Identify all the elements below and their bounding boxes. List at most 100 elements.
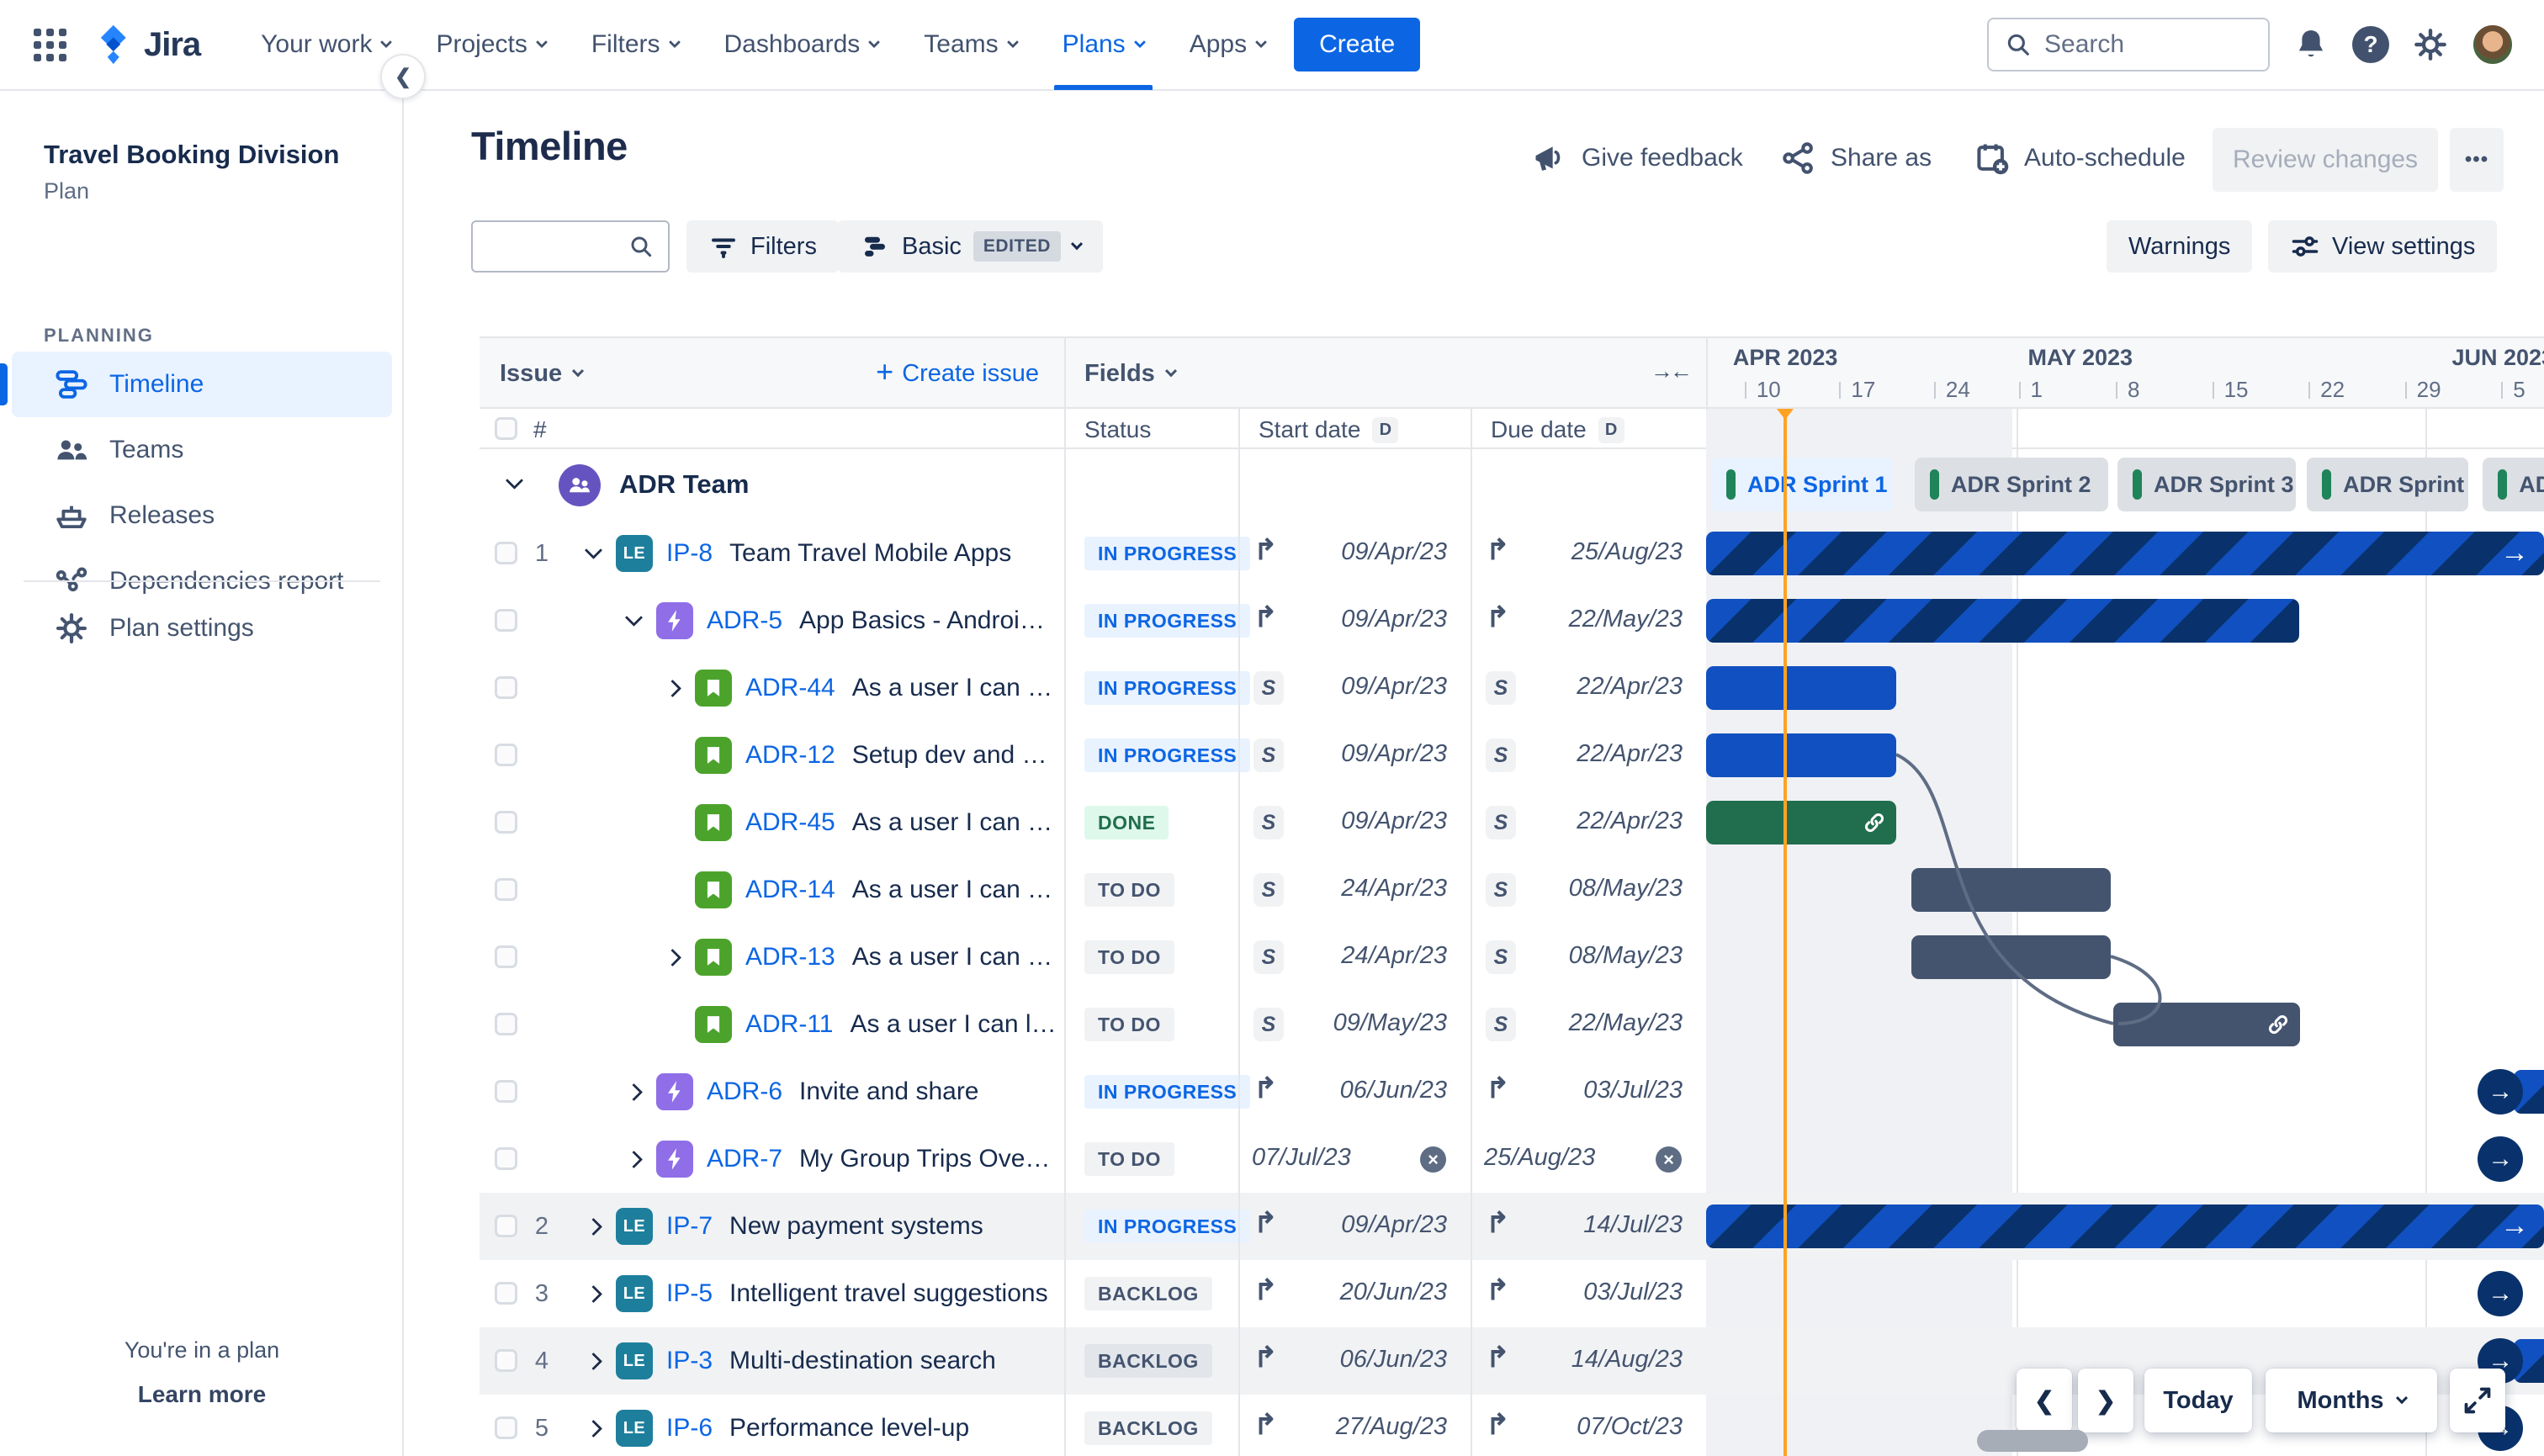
view-mode-button[interactable]: Basic EDITED <box>838 220 1103 273</box>
issue-key[interactable]: IP-8 <box>666 539 713 568</box>
create-issue-button[interactable]: + Create issue <box>876 338 1039 409</box>
timeline-search-input[interactable] <box>471 220 670 273</box>
chevron-down-icon[interactable] <box>619 608 648 627</box>
row-checkbox[interactable] <box>495 1080 517 1103</box>
chevron-right-icon[interactable] <box>579 1217 607 1236</box>
issue-column-menu[interactable]: Issue <box>500 338 585 409</box>
sprint-chip-adr-sprint-4[interactable]: ADR Sprint 4 <box>2307 458 2469 511</box>
issue-key[interactable]: ADR-14 <box>745 876 835 904</box>
give-feedback-button[interactable]: Give feedback <box>1531 135 1743 182</box>
row-checkbox[interactable] <box>495 1147 517 1170</box>
row-checkbox[interactable] <box>495 744 517 766</box>
chevron-right-icon[interactable] <box>579 1419 607 1437</box>
scroll-to-bar-button[interactable]: → <box>2478 1069 2524 1115</box>
warnings-button[interactable]: Warnings <box>2107 220 2253 273</box>
sprint-chip-adr-sprint-2[interactable]: ADR Sprint 2 <box>1915 458 2109 511</box>
nav-item-filters[interactable]: Filters <box>575 0 696 90</box>
issue-key[interactable]: IP-7 <box>666 1212 713 1241</box>
notifications-bell-icon[interactable] <box>2292 25 2330 64</box>
timeline-bar[interactable] <box>2113 1003 2301 1046</box>
timeline-next-button[interactable]: ❯ <box>2078 1369 2133 1432</box>
issue-key[interactable]: ADR-12 <box>745 741 835 770</box>
filters-button[interactable]: Filters <box>686 220 839 273</box>
time-range-select[interactable]: Months <box>2266 1369 2437 1432</box>
sprint-chip-adr-sprint-3[interactable]: ADR Sprint 3 <box>2117 458 2297 511</box>
issue-key[interactable]: ADR-45 <box>745 808 835 837</box>
global-search[interactable] <box>1987 18 2270 71</box>
share-as-button[interactable]: Share as <box>1780 135 1932 182</box>
issue-key[interactable]: IP-6 <box>666 1414 713 1443</box>
fields-menu[interactable]: Fields <box>1084 338 1177 409</box>
chevron-down-icon[interactable] <box>505 471 524 495</box>
issue-key[interactable]: ADR-13 <box>745 943 835 972</box>
timeline-bar[interactable] <box>1706 599 2300 643</box>
row-checkbox[interactable] <box>495 609 517 632</box>
help-icon[interactable]: ? <box>2352 26 2389 63</box>
timeline-bar[interactable] <box>1911 868 2112 912</box>
jira-logo[interactable]: Jira <box>90 21 201 68</box>
more-actions-button[interactable]: ••• <box>2450 128 2504 192</box>
timeline-bar[interactable] <box>1706 666 1897 710</box>
issue-key[interactable]: IP-5 <box>666 1279 713 1308</box>
nav-item-projects[interactable]: Projects <box>419 0 562 90</box>
issue-key[interactable]: ADR-5 <box>707 606 782 635</box>
sidebar-item-releases[interactable]: Releases <box>0 483 404 548</box>
sprint-chip-adr-sprint-5[interactable]: ADR Sprint 5 <box>2483 458 2544 511</box>
row-checkbox[interactable] <box>495 878 517 901</box>
issue-key[interactable]: IP-3 <box>666 1347 713 1375</box>
row-checkbox[interactable] <box>495 676 517 699</box>
nav-item-dashboards[interactable]: Dashboards <box>708 0 896 90</box>
clear-date-icon[interactable]: × <box>1420 1146 1446 1173</box>
global-search-input[interactable] <box>2044 30 2229 59</box>
row-checkbox[interactable] <box>495 542 517 564</box>
clear-date-icon[interactable]: × <box>1656 1146 1682 1173</box>
select-all-checkbox[interactable] <box>495 417 517 440</box>
nav-item-plans[interactable]: Plans <box>1046 0 1161 90</box>
row-checkbox[interactable] <box>495 1013 517 1035</box>
today-button[interactable]: Today <box>2144 1369 2252 1432</box>
chevron-right-icon[interactable] <box>579 1284 607 1303</box>
chevron-right-icon[interactable] <box>658 679 686 697</box>
nav-item-apps[interactable]: Apps <box>1173 0 1282 90</box>
horizontal-scrollbar-thumb[interactable] <box>1977 1430 2088 1452</box>
user-avatar[interactable] <box>2472 24 2514 66</box>
chevron-down-icon[interactable] <box>579 541 607 560</box>
learn-more-link[interactable]: Learn more <box>0 1381 404 1408</box>
sidebar-item-timeline[interactable]: Timeline <box>0 352 392 417</box>
timeline-bar[interactable] <box>1706 733 1897 777</box>
auto-schedule-button[interactable]: Auto-schedule <box>1974 135 2186 182</box>
scroll-to-bar-button[interactable]: → <box>2478 1136 2524 1182</box>
timeline-bar[interactable] <box>1706 801 1897 844</box>
collapse-fields-icon[interactable]: →← <box>1651 358 1693 384</box>
issue-key[interactable]: ADR-11 <box>745 1010 833 1039</box>
chevron-right-icon[interactable] <box>658 948 686 966</box>
timeline-bar[interactable]: → <box>1706 532 2544 575</box>
app-switcher-icon[interactable] <box>34 28 66 61</box>
sidebar-item-plan-settings[interactable]: Plan settings <box>0 596 404 661</box>
review-changes-button[interactable]: Review changes <box>2213 128 2438 192</box>
chevron-right-icon[interactable] <box>579 1352 607 1370</box>
row-checkbox[interactable] <box>495 1282 517 1305</box>
scroll-to-bar-button[interactable]: → <box>2478 1271 2524 1316</box>
row-checkbox[interactable] <box>495 1349 517 1372</box>
sidebar-collapse-button[interactable]: ❮ <box>380 54 426 99</box>
row-checkbox[interactable] <box>495 1416 517 1439</box>
timeline-prev-button[interactable]: ❮ <box>2017 1369 2072 1432</box>
row-checkbox[interactable] <box>495 945 517 968</box>
issue-key[interactable]: ADR-6 <box>707 1077 782 1106</box>
row-checkbox[interactable] <box>495 811 517 834</box>
create-button[interactable]: Create <box>1294 18 1421 71</box>
nav-item-teams[interactable]: Teams <box>907 0 1033 90</box>
settings-gear-icon[interactable] <box>2411 25 2450 64</box>
sprint-chip-adr-sprint-1[interactable]: ADR Sprint 1 <box>1710 458 1895 511</box>
view-settings-button[interactable]: View settings <box>2268 220 2498 273</box>
fullscreen-button[interactable] <box>2450 1369 2505 1432</box>
sidebar-item-teams[interactable]: Teams <box>0 417 404 483</box>
chevron-right-icon[interactable] <box>619 1150 648 1168</box>
row-checkbox[interactable] <box>495 1215 517 1237</box>
issue-key[interactable]: ADR-7 <box>707 1145 782 1173</box>
issue-key[interactable]: ADR-44 <box>745 674 835 702</box>
timeline-bar[interactable] <box>1911 935 2112 979</box>
timeline-bar[interactable]: → <box>1706 1205 2544 1248</box>
chevron-right-icon[interactable] <box>619 1083 648 1101</box>
